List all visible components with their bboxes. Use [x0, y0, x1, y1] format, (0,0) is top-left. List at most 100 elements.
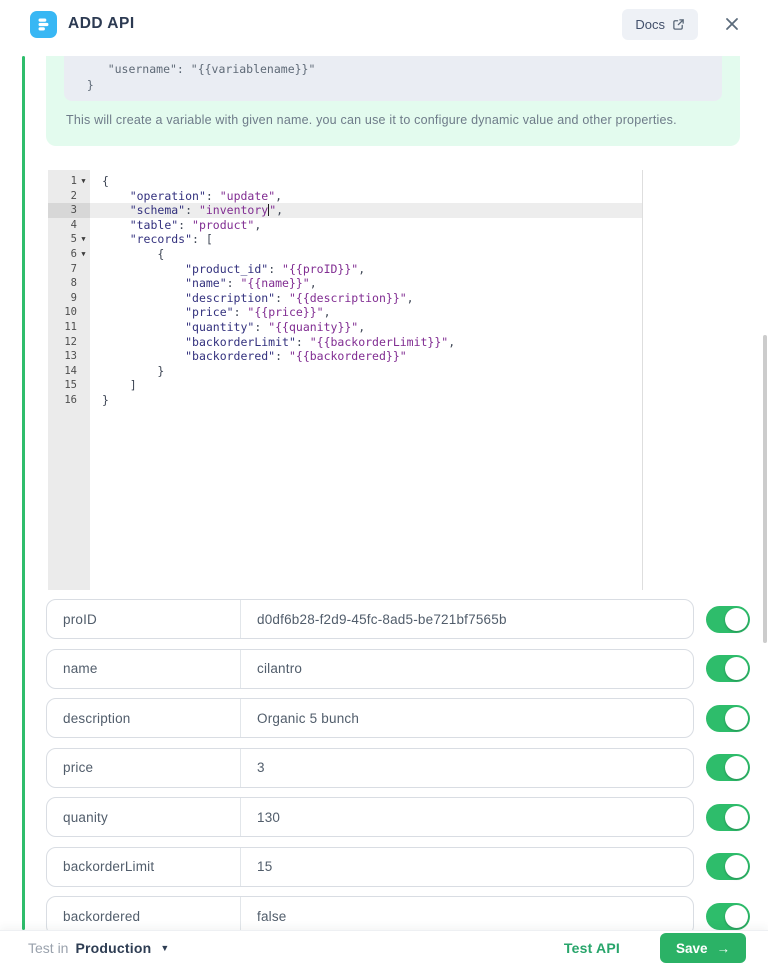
docs-label: Docs — [635, 17, 665, 32]
editor-code[interactable]: "backordered": "{{backordered}}" — [90, 349, 642, 364]
variable-row: quanity130 — [46, 797, 750, 837]
environment-selector[interactable]: Test in Production ▼ — [28, 940, 169, 956]
editor-code[interactable]: "name": "{{name}}", — [90, 276, 642, 291]
json-editor[interactable]: 1▼{2 "operation": "update",3 "schema": "… — [48, 170, 643, 590]
line-number: 13 — [64, 349, 77, 364]
editor-line[interactable]: 7 "product_id": "{{proID}}", — [48, 262, 642, 277]
editor-line[interactable]: 15 ] — [48, 378, 642, 393]
variable-toggle[interactable] — [706, 853, 750, 880]
modal-header: ADD API Docs — [0, 0, 768, 48]
variable-row: backorderLimit15 — [46, 847, 750, 887]
editor-line[interactable]: 12 "backorderLimit": "{{backorderLimit}}… — [48, 335, 642, 350]
editor-code[interactable]: } — [90, 393, 642, 408]
variable-row: price3 — [46, 748, 750, 788]
editor-code[interactable]: } — [90, 364, 642, 379]
editor-code[interactable]: ] — [90, 378, 642, 393]
save-button[interactable]: Save → — [660, 933, 746, 963]
editor-line[interactable]: 10 "price": "{{price}}", — [48, 305, 642, 320]
editor-gutter-cell: 3 — [48, 203, 90, 218]
editor-line[interactable]: 8 "name": "{{name}}", — [48, 276, 642, 291]
variable-toggle[interactable] — [706, 705, 750, 732]
editor-line[interactable]: 5▼ "records": [ — [48, 232, 642, 247]
variable-name-field[interactable]: backorderLimit — [47, 848, 241, 886]
line-number: 9 — [71, 291, 77, 306]
toggle-knob — [725, 608, 748, 631]
editor-line[interactable]: 9 "description": "{{description}}", — [48, 291, 642, 306]
green-accent-line — [22, 56, 25, 930]
editor-code[interactable]: "table": "product", — [90, 218, 642, 233]
header-actions: Docs — [622, 9, 744, 40]
editor-line[interactable]: 4 "table": "product", — [48, 218, 642, 233]
line-number: 14 — [64, 364, 77, 379]
line-number: 3 — [71, 203, 77, 218]
info-caption: This will create a variable with given n… — [66, 113, 722, 127]
variable-name-field[interactable]: proID — [47, 600, 241, 638]
save-label: Save — [676, 941, 708, 956]
docs-button[interactable]: Docs — [622, 9, 698, 40]
editor-gutter-cell: 15 — [48, 378, 90, 393]
fold-caret-icon[interactable]: ▼ — [77, 232, 90, 247]
editor-code[interactable]: "operation": "update", — [90, 189, 642, 204]
variable-name-field[interactable]: price — [47, 749, 241, 787]
close-icon — [724, 16, 740, 32]
editor-code[interactable]: { — [90, 247, 642, 262]
add-api-modal: ADD API Docs "username": "{{variablename… — [0, 0, 768, 965]
variable-toggle[interactable] — [706, 606, 750, 633]
variable-value-field[interactable]: 15 — [241, 848, 693, 886]
editor-code[interactable]: "quantity": "{{quanity}}", — [90, 320, 642, 335]
editor-code[interactable]: "product_id": "{{proID}}", — [90, 262, 642, 277]
footer-actions: Test API Save → — [564, 933, 746, 963]
editor-line[interactable]: 14 } — [48, 364, 642, 379]
editor-code[interactable]: "records": [ — [90, 232, 642, 247]
test-api-button[interactable]: Test API — [564, 940, 620, 956]
variable-value-field[interactable]: 130 — [241, 798, 693, 836]
external-link-icon — [672, 18, 685, 31]
variable-name-field[interactable]: description — [47, 699, 241, 737]
variable-toggle[interactable] — [706, 655, 750, 682]
editor-gutter-cell: 12 — [48, 335, 90, 350]
editor-line[interactable]: 6▼ { — [48, 247, 642, 262]
variable-value-field[interactable]: cilantro — [241, 650, 693, 688]
variable-name-field[interactable]: name — [47, 650, 241, 688]
editor-code[interactable]: "schema": "inventory", — [90, 203, 642, 218]
editor-line[interactable]: 11 "quantity": "{{quanity}}", — [48, 320, 642, 335]
variable-example-code: "username": "{{variablename}}" } — [64, 56, 722, 101]
toggle-knob — [725, 855, 748, 878]
modal-footer: Test in Production ▼ Test API Save → — [0, 930, 768, 965]
editor-lines: 1▼{2 "operation": "update",3 "schema": "… — [48, 174, 642, 408]
editor-gutter-cell: 7 — [48, 262, 90, 277]
line-number: 8 — [71, 276, 77, 291]
scrollbar-thumb[interactable] — [763, 335, 767, 643]
variable-toggle[interactable] — [706, 804, 750, 831]
editor-code[interactable]: { — [90, 174, 642, 189]
toggle-knob — [725, 756, 748, 779]
editor-code[interactable]: "price": "{{price}}", — [90, 305, 642, 320]
editor-line[interactable]: 3 "schema": "inventory", — [48, 203, 642, 218]
editor-code[interactable]: "backorderLimit": "{{backorderLimit}}", — [90, 335, 642, 350]
line-number: 10 — [64, 305, 77, 320]
variable-value-field[interactable]: d0df6b28-f2d9-45fc-8ad5-be721bf7565b — [241, 600, 693, 638]
editor-code[interactable]: "description": "{{description}}", — [90, 291, 642, 306]
toggle-knob — [725, 905, 748, 928]
variable-row-box: quanity130 — [46, 797, 694, 837]
snippet-line: } — [80, 77, 722, 93]
variable-value-field[interactable]: 3 — [241, 749, 693, 787]
fold-caret-icon[interactable]: ▼ — [77, 174, 90, 189]
variable-toggle[interactable] — [706, 903, 750, 930]
variable-toggle[interactable] — [706, 754, 750, 781]
toggle-knob — [725, 806, 748, 829]
editor-line[interactable]: 16} — [48, 393, 642, 408]
variable-name-field[interactable]: quanity — [47, 798, 241, 836]
line-number: 16 — [64, 393, 77, 408]
close-button[interactable] — [720, 12, 744, 36]
line-number: 15 — [64, 378, 77, 393]
editor-line[interactable]: 13 "backordered": "{{backordered}}" — [48, 349, 642, 364]
toggle-knob — [725, 707, 748, 730]
test-in-label: Test in — [28, 940, 68, 956]
fold-caret-icon[interactable]: ▼ — [77, 247, 90, 262]
line-number: 11 — [64, 320, 77, 335]
editor-line[interactable]: 2 "operation": "update", — [48, 189, 642, 204]
editor-gutter-cell: 8 — [48, 276, 90, 291]
variable-value-field[interactable]: Organic 5 bunch — [241, 699, 693, 737]
editor-line[interactable]: 1▼{ — [48, 174, 642, 189]
